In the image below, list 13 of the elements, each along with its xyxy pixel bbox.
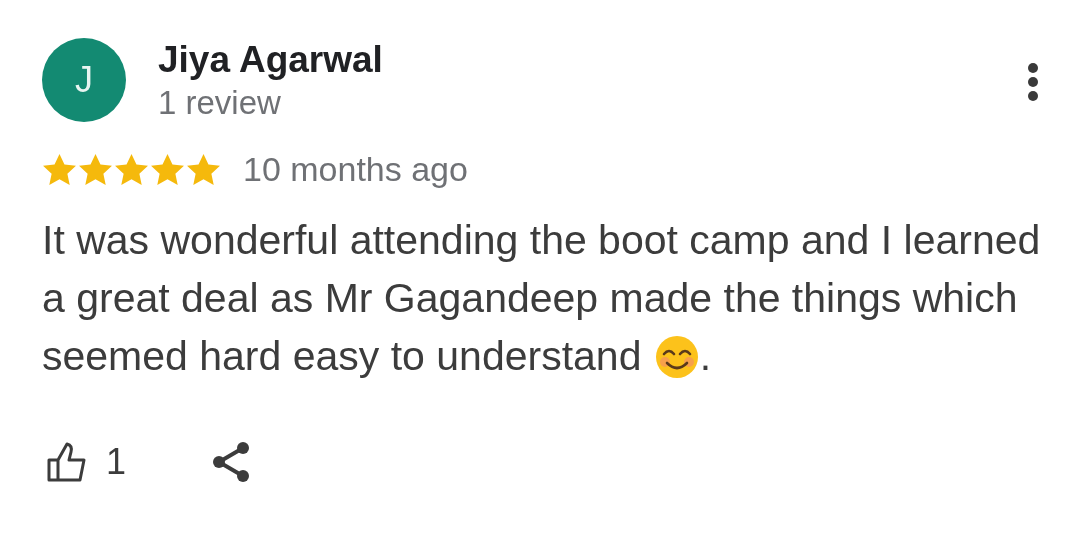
review-text: It was wonderful attending the boot camp and I learned a great deal as Mr Gagandeep made the things which seemed hard easy to understand . — [42, 216, 1042, 381]
smiling-face-icon — [654, 335, 699, 379]
more-options-icon[interactable] — [1026, 62, 1040, 102]
review-date: 10 months ago — [243, 150, 468, 189]
star-icon — [114, 152, 149, 187]
reviewer-name[interactable]: Jiya Agarwal — [158, 38, 383, 82]
star-icon — [186, 152, 221, 187]
star-icon — [42, 152, 77, 187]
review-count: 1 review — [158, 83, 282, 123]
star-icon — [78, 152, 113, 187]
avatar[interactable]: J — [42, 38, 126, 122]
like-button[interactable]: 1 — [42, 441, 127, 483]
star-icon — [150, 152, 185, 187]
